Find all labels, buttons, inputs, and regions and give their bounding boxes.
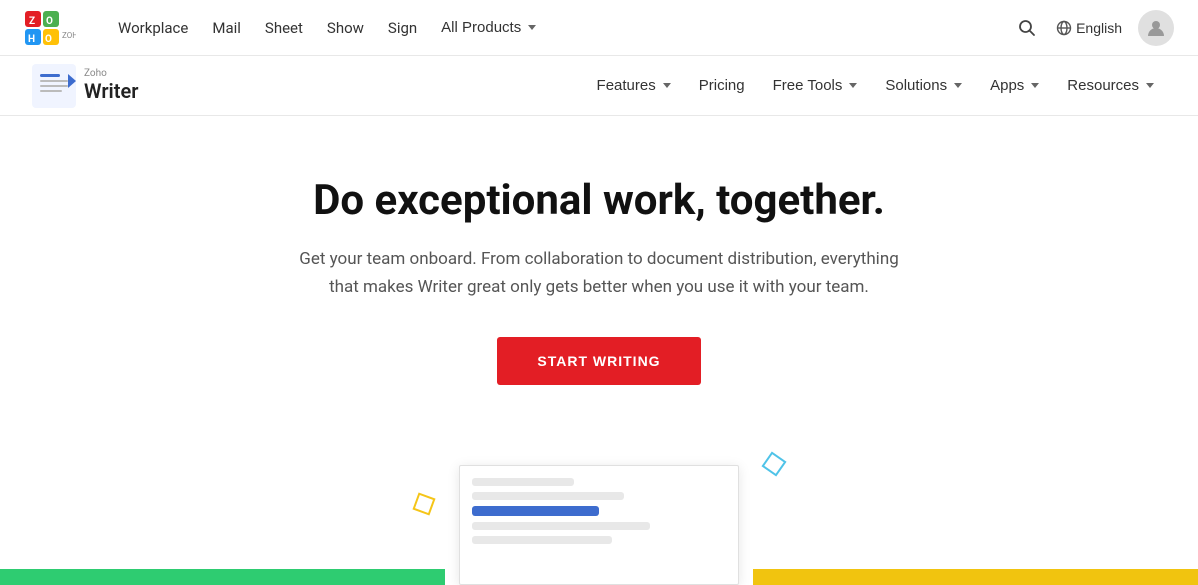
solutions-link[interactable]: Solutions xyxy=(873,69,974,102)
all-products-chevron-icon xyxy=(528,25,536,30)
hero-section: Do exceptional work, together. Get your … xyxy=(0,116,1198,425)
deco-square-teal xyxy=(761,451,786,476)
svg-text:ZOHO: ZOHO xyxy=(62,31,76,40)
svg-text:O: O xyxy=(45,34,52,45)
document-preview xyxy=(459,465,739,585)
writer-logo[interactable]: Zoho Writer xyxy=(32,64,138,108)
hero-subtitle: Get your team onboard. From collaboratio… xyxy=(289,246,909,300)
apps-chevron-icon xyxy=(1031,83,1039,88)
green-bar xyxy=(0,569,445,585)
resources-chevron-icon xyxy=(1146,83,1154,88)
doc-highlight-bar xyxy=(472,506,599,516)
all-products-button[interactable]: All Products xyxy=(431,13,546,42)
workplace-link[interactable]: Workplace xyxy=(108,13,198,43)
zoho-label: Zoho xyxy=(84,68,138,79)
center-gap xyxy=(453,569,753,585)
yellow-bar xyxy=(753,569,1198,585)
writer-logo-icon xyxy=(32,64,76,108)
top-nav-links: Workplace Mail Sheet Show Sign All Produ… xyxy=(108,13,1014,43)
top-nav-right: English xyxy=(1014,10,1174,46)
search-button[interactable] xyxy=(1014,15,1040,41)
doc-line-2 xyxy=(472,492,624,500)
user-icon xyxy=(1146,18,1166,38)
svg-text:O: O xyxy=(46,16,53,27)
search-icon xyxy=(1018,19,1036,37)
features-link[interactable]: Features xyxy=(585,69,683,102)
hero-title: Do exceptional work, together. xyxy=(313,176,885,226)
secondary-nav: Zoho Writer Features Pricing Free Tools … xyxy=(0,56,1198,116)
features-chevron-icon xyxy=(663,83,671,88)
mail-link[interactable]: Mail xyxy=(202,13,251,43)
free-tools-link[interactable]: Free Tools xyxy=(761,69,870,102)
top-nav: Z O H O ZOHO Workplace Mail Sheet Show S… xyxy=(0,0,1198,56)
apps-link[interactable]: Apps xyxy=(978,69,1051,102)
language-button[interactable]: English xyxy=(1056,20,1122,36)
globe-icon xyxy=(1056,20,1072,36)
zoho-logo[interactable]: Z O H O ZOHO xyxy=(24,10,76,46)
deco-square-yellow xyxy=(412,492,435,515)
pricing-link[interactable]: Pricing xyxy=(687,69,757,102)
color-bars xyxy=(0,569,1198,585)
sign-link[interactable]: Sign xyxy=(378,13,427,43)
sheet-link[interactable]: Sheet xyxy=(255,13,313,43)
writer-label: Writer xyxy=(84,79,138,103)
free-tools-chevron-icon xyxy=(849,83,857,88)
svg-text:H: H xyxy=(28,34,35,45)
doc-line-3 xyxy=(472,522,650,530)
resources-link[interactable]: Resources xyxy=(1055,69,1166,102)
doc-line-4 xyxy=(472,536,612,544)
show-link[interactable]: Show xyxy=(317,13,374,43)
solutions-chevron-icon xyxy=(954,83,962,88)
doc-line-1 xyxy=(472,478,574,486)
start-writing-button[interactable]: START WRITING xyxy=(497,337,700,385)
illustration-area xyxy=(0,445,1198,585)
avatar-button[interactable] xyxy=(1138,10,1174,46)
svg-text:Z: Z xyxy=(29,16,35,27)
secondary-nav-links: Features Pricing Free Tools Solutions Ap… xyxy=(585,69,1166,102)
